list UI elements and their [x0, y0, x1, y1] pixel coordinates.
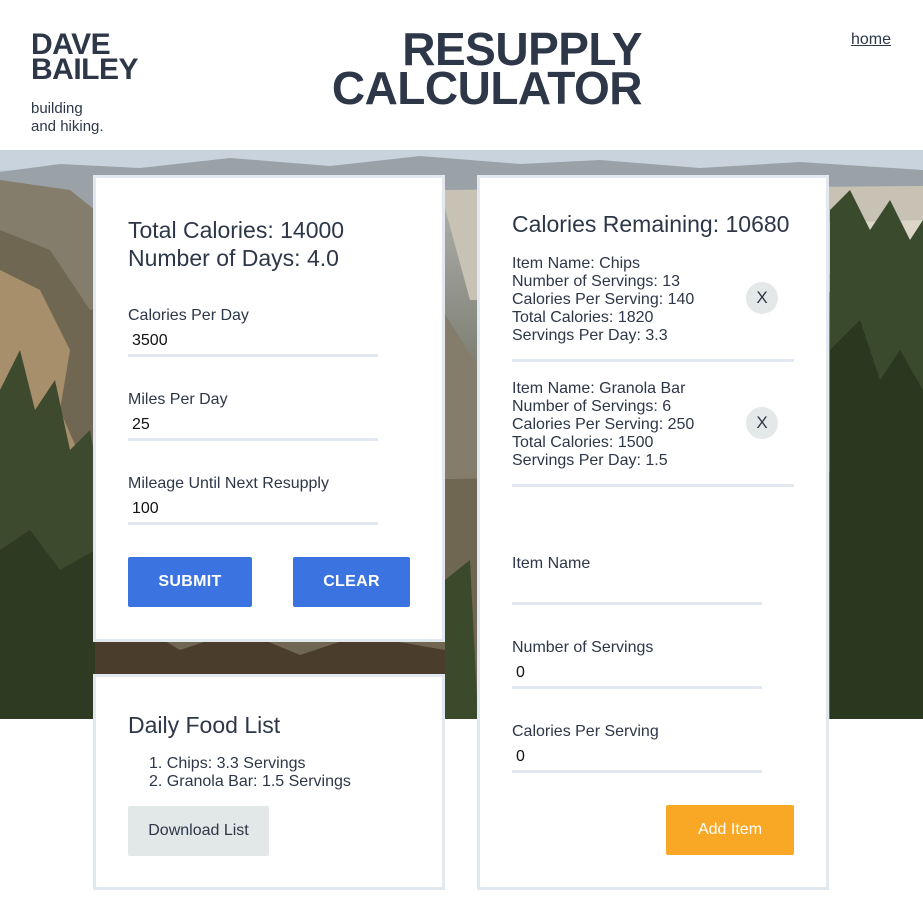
calories-per-day-input[interactable] [128, 327, 378, 357]
food-list-title: Daily Food List [128, 712, 281, 738]
page-title-line2: CALCULATOR [331, 62, 643, 114]
item-total-calories: Total Calories: 1820 [512, 309, 654, 326]
clear-button[interactable]: CLEAR [293, 557, 410, 607]
calories-per-serving-label: Calories Per Serving [512, 723, 659, 740]
tagline-line2: and hiking. [31, 118, 104, 135]
page-title: RESUPPLY CALCULATOR [320, 26, 643, 114]
item-name-input[interactable] [512, 575, 762, 605]
item-servings-per-day: Servings Per Day: 1.5 [512, 452, 668, 469]
totals-summary: Total Calories: 14000 Number of Days: 4.… [128, 216, 344, 272]
brand: DAVE BAILEY building and hiking. [31, 30, 139, 136]
download-list-button[interactable]: Download List [128, 806, 269, 856]
submit-button[interactable]: SUBMIT [128, 557, 252, 607]
item-name: Item Name: Granola Bar [512, 380, 686, 397]
miles-per-day-label: Miles Per Day [128, 391, 228, 408]
daily-food-list-card: Daily Food List 1. Chips: 3.3 Servings 2… [93, 674, 445, 890]
total-calories: Total Calories: 14000 [128, 217, 345, 243]
calculator-card: Total Calories: 14000 Number of Days: 4.… [93, 175, 445, 642]
servings-input[interactable] [512, 659, 762, 689]
calories-per-day-label: Calories Per Day [128, 307, 249, 324]
remove-item-button[interactable]: X [746, 407, 778, 439]
item-name: Item Name: Chips [512, 255, 641, 272]
brand-name-line2: BAILEY [31, 53, 139, 86]
list-item: Item Name: Chips Number of Servings: 13 … [512, 255, 794, 362]
items-card: Calories Remaining: 10680 Item Name: Chi… [477, 175, 829, 890]
mileage-input[interactable] [128, 495, 378, 525]
miles-per-day-input[interactable] [128, 411, 378, 441]
item-name-label: Item Name [512, 555, 591, 572]
calories-per-serving-input[interactable] [512, 743, 762, 773]
servings-label: Number of Servings [512, 639, 654, 656]
item-servings-per-day: Servings Per Day: 3.3 [512, 327, 668, 344]
list-item: 1. Chips: 3.3 Servings [149, 755, 306, 772]
item-total-calories: Total Calories: 1500 [512, 434, 654, 451]
mileage-label: Mileage Until Next Resupply [128, 475, 329, 492]
calories-remaining: Calories Remaining: 10680 [512, 211, 790, 237]
number-of-days: Number of Days: 4.0 [128, 245, 339, 271]
food-list: 1. Chips: 3.3 Servings 2. Granola Bar: 1… [128, 755, 351, 791]
tagline-line1: building [31, 100, 83, 117]
remove-item-button[interactable]: X [746, 282, 778, 314]
list-item: Item Name: Granola Bar Number of Serving… [512, 380, 794, 487]
home-link[interactable]: home [851, 31, 891, 49]
brand-name: DAVE BAILEY [31, 30, 139, 86]
add-item-button[interactable]: Add Item [666, 805, 794, 855]
brand-tagline: building and hiking. [31, 100, 138, 136]
list-item: 2. Granola Bar: 1.5 Servings [149, 773, 351, 790]
